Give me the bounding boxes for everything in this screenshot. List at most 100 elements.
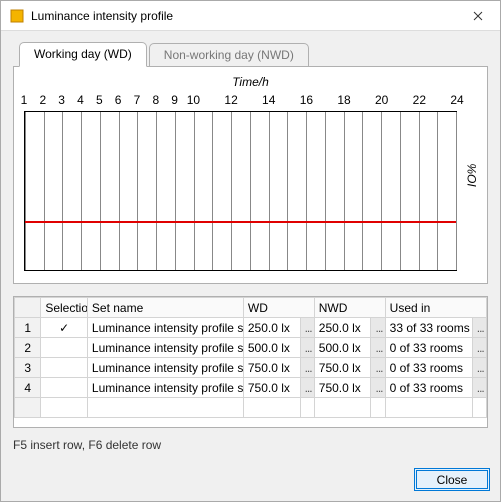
- cell-nwd[interactable]: 250.0 lx: [314, 318, 371, 338]
- chart-gridline: [175, 112, 176, 270]
- chart-plot: [24, 111, 457, 271]
- chart-x-tick: 22: [413, 93, 426, 107]
- chart-gridline: [62, 112, 63, 270]
- cell-setname[interactable]: Luminance intensity profile set ...: [87, 358, 243, 378]
- chart-x-tick: 16: [300, 93, 313, 107]
- row-number[interactable]: 2: [15, 338, 41, 358]
- titlebar[interactable]: Luminance intensity profile: [1, 1, 500, 31]
- row-number[interactable]: 1: [15, 318, 41, 338]
- chart-x-tick: 6: [115, 93, 122, 107]
- table-row-empty[interactable]: [15, 398, 487, 418]
- chart-x-ticks: 1234567891012141618202224: [24, 93, 457, 109]
- cell-setname[interactable]: Luminance intensity profile set ...: [87, 318, 243, 338]
- cell-nwd[interactable]: 750.0 lx: [314, 378, 371, 398]
- chart-x-tick: 7: [134, 93, 141, 107]
- hint-text: F5 insert row, F6 delete row: [13, 438, 488, 452]
- chart-gridline: [344, 112, 345, 270]
- cell-nwd[interactable]: 750.0 lx: [314, 358, 371, 378]
- row-number[interactable]: 4: [15, 378, 41, 398]
- cell-used[interactable]: 33 of 33 rooms: [385, 318, 472, 338]
- dialog-footer: Close: [1, 462, 500, 501]
- row-number[interactable]: 3: [15, 358, 41, 378]
- client-area: Working day (WD) Non-working day (NWD) T…: [1, 31, 500, 462]
- tab-panel-working-day: Time/h %OI 1234567891012141618202224: [13, 66, 488, 284]
- chart-y-label: %OI: [464, 163, 478, 186]
- cell-wd-picker[interactable]: ...: [300, 338, 314, 358]
- chart-gridline: [81, 112, 82, 270]
- cell-select[interactable]: [41, 338, 88, 358]
- cell-wd-picker[interactable]: ...: [300, 358, 314, 378]
- col-used[interactable]: Used in: [385, 298, 486, 318]
- window-title: Luminance intensity profile: [31, 9, 173, 23]
- cell-used[interactable]: 0 of 33 rooms: [385, 338, 472, 358]
- cell-wd[interactable]: 750.0 lx: [243, 378, 300, 398]
- cell-nwd-picker[interactable]: ...: [371, 338, 385, 358]
- chart-gridline: [250, 112, 251, 270]
- cell-nwd-picker[interactable]: ...: [371, 378, 385, 398]
- chart-x-tick: 8: [152, 93, 159, 107]
- chart-x-tick: 12: [224, 93, 237, 107]
- table-row[interactable]: 3Luminance intensity profile set ...750.…: [15, 358, 487, 378]
- cell-nwd[interactable]: 500.0 lx: [314, 338, 371, 358]
- chart-x-tick: 20: [375, 93, 388, 107]
- cell-used-picker[interactable]: ...: [472, 378, 486, 398]
- chart-gridline: [212, 112, 213, 270]
- chart-area: 1234567891012141618202224: [24, 93, 457, 273]
- chart-gridline: [119, 112, 120, 270]
- chart-gridline: [437, 112, 438, 270]
- cell-nwd-picker[interactable]: ...: [371, 318, 385, 338]
- cell-setname[interactable]: Luminance intensity profile set ...: [87, 338, 243, 358]
- chart-gridline: [362, 112, 363, 270]
- cell-used-picker[interactable]: ...: [472, 318, 486, 338]
- chart-gridline: [231, 112, 232, 270]
- chart-gridline: [325, 112, 326, 270]
- cell-wd[interactable]: 250.0 lx: [243, 318, 300, 338]
- chart-gridline: [419, 112, 420, 270]
- close-button[interactable]: Close: [414, 468, 490, 491]
- cell-used-picker[interactable]: ...: [472, 358, 486, 378]
- app-icon: [9, 8, 25, 24]
- tab-non-working-day[interactable]: Non-working day (NWD): [149, 43, 309, 67]
- chart-series-line: [25, 221, 456, 223]
- chart-x-tick: 18: [337, 93, 350, 107]
- cell-wd-picker[interactable]: ...: [300, 318, 314, 338]
- tabs: Working day (WD) Non-working day (NWD): [13, 41, 488, 67]
- col-rownum[interactable]: [15, 298, 41, 318]
- cell-used[interactable]: 0 of 33 rooms: [385, 358, 472, 378]
- chart-gridline: [100, 112, 101, 270]
- cell-used[interactable]: 0 of 33 rooms: [385, 378, 472, 398]
- chart-gridline: [400, 112, 401, 270]
- cell-select[interactable]: [41, 358, 88, 378]
- table-row[interactable]: 1Luminance intensity profile set ...250.…: [15, 318, 487, 338]
- cell-used-picker[interactable]: ...: [472, 338, 486, 358]
- cell-wd[interactable]: 750.0 lx: [243, 358, 300, 378]
- chart-x-tick: 14: [262, 93, 275, 107]
- tab-working-day[interactable]: Working day (WD): [19, 42, 147, 67]
- chart-x-tick: 9: [171, 93, 178, 107]
- chart-x-tick: 2: [39, 93, 46, 107]
- dialog-window: Luminance intensity profile Working day …: [0, 0, 501, 502]
- cell-select[interactable]: [41, 378, 88, 398]
- col-setname[interactable]: Set name: [87, 298, 243, 318]
- cell-nwd-picker[interactable]: ...: [371, 358, 385, 378]
- chart-gridline: [137, 112, 138, 270]
- cell-wd[interactable]: 500.0 lx: [243, 338, 300, 358]
- table-row[interactable]: 2Luminance intensity profile set ...500.…: [15, 338, 487, 358]
- col-nwd[interactable]: NWD: [314, 298, 385, 318]
- col-select[interactable]: Selectio: [41, 298, 88, 318]
- profiles-table: Selectio Set name WD NWD Used in 1 Lumina…: [13, 296, 488, 428]
- chart-gridline: [306, 112, 307, 270]
- cell-select[interactable]: [41, 318, 88, 338]
- window-close-button[interactable]: [455, 1, 500, 31]
- chart-x-tick: 24: [450, 93, 463, 107]
- chart-gridline: [287, 112, 288, 270]
- chart-x-title: Time/h: [24, 75, 477, 89]
- cell-wd-picker[interactable]: ...: [300, 378, 314, 398]
- chart-gridline: [194, 112, 195, 270]
- chart-x-tick: 4: [77, 93, 84, 107]
- cell-setname[interactable]: Luminance intensity profile set ...: [87, 378, 243, 398]
- close-icon: [473, 11, 483, 21]
- chart-x-tick: 5: [96, 93, 103, 107]
- col-wd[interactable]: WD: [243, 298, 314, 318]
- table-row[interactable]: 4Luminance intensity profile set ...750.…: [15, 378, 487, 398]
